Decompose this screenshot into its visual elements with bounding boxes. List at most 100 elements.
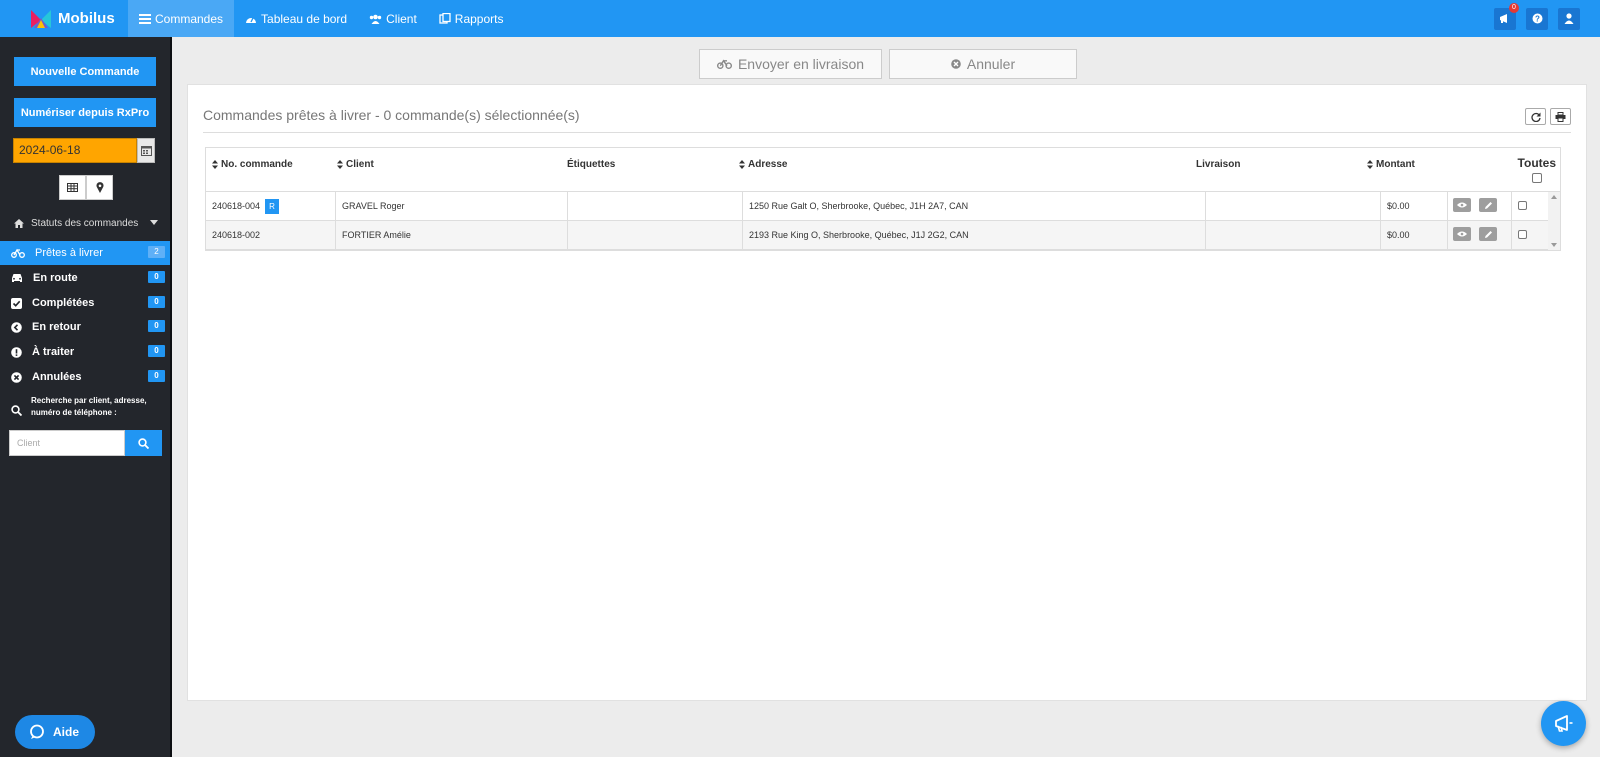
map-marker-icon [96,182,104,193]
announcements-button[interactable]: 0 [1494,2,1519,30]
status-a-traiter[interactable]: À traiter 0 [0,340,170,364]
cell-labels [568,221,743,249]
search-icon [11,405,22,416]
status-count: 0 [148,296,165,308]
select-all: Toutes [1518,156,1556,183]
panel-title: Commandes prêtes à livrer - 0 commande(s… [203,107,580,123]
user-icon [1564,13,1574,24]
svg-text:?: ? [1535,15,1540,24]
view-toggle [59,175,113,200]
cell-amount: $0.00 [1381,192,1448,220]
header-label: Adresse [748,159,788,170]
send-delivery-button[interactable]: Envoyer en livraison [699,49,882,79]
help-label: Aide [53,725,80,739]
view-button[interactable] [1453,198,1471,212]
action-bar: Envoyer en livraison Annuler [699,49,1077,79]
status-count: 0 [148,345,165,357]
table-view-button[interactable] [59,175,86,200]
status-annulees[interactable]: Annulées 0 [0,365,170,389]
client-search: Client [9,430,162,456]
status-en-route[interactable]: En route 0 [0,266,170,290]
sort-icon [739,160,745,169]
header-order-no[interactable]: No. commande [212,159,293,170]
list-icon [139,13,151,24]
select-all-label: Toutes [1517,156,1556,170]
cell-labels [568,192,743,220]
nav-rapports[interactable]: Rapports [428,0,515,37]
app-name: Mobilus [58,10,115,27]
status-en-retour[interactable]: En retour 0 [0,315,170,339]
row-checkbox[interactable] [1518,230,1527,239]
header-address[interactable]: Adresse [739,159,787,170]
status-label: À traiter [32,346,75,358]
table-row[interactable]: 240618-004 R GRAVEL Roger 1250 Rue Galt O… [206,192,1560,221]
sort-icon [337,160,343,169]
mobilus-logo-icon [30,8,52,30]
view-button[interactable] [1453,227,1471,241]
new-order-button[interactable]: Nouvelle Commande [14,57,156,86]
help-chat-button[interactable]: Aide [15,715,95,749]
brand[interactable]: Mobilus [0,0,128,37]
search-button[interactable] [125,430,162,456]
caret-down-icon [150,220,158,225]
header-amount[interactable]: Montant [1367,159,1415,170]
cell-delivery [1206,221,1381,249]
order-number: 240618-002 [212,230,261,240]
r-badge[interactable]: R [265,199,280,215]
map-view-button[interactable] [86,175,113,200]
nav-client-label: Client [386,11,417,26]
announcements-fab[interactable] [1541,701,1586,746]
orders-panel: Commandes prêtes à livrer - 0 commande(s… [187,84,1587,701]
print-button[interactable] [1550,108,1571,125]
cell-order-no: 240618-002 [206,221,336,249]
scroll-up-icon [1551,195,1557,199]
status-completees[interactable]: Complétées 0 [0,291,170,315]
exclamation-circle-icon [11,346,22,358]
home-icon [14,218,24,228]
help-button[interactable]: ? [1526,7,1548,30]
date-input[interactable]: 2024-06-18 [13,138,137,163]
nav-tableau-de-bord[interactable]: Tableau de bord [234,0,358,37]
panel-tools [1525,108,1571,125]
bicycle-icon [716,59,732,69]
order-number: 240618-004 [212,201,261,211]
edit-button[interactable] [1479,198,1497,212]
refresh-button[interactable] [1525,108,1546,125]
cell-address: 2193 Rue King O, Sherbrooke, Québec, J1J… [743,221,1206,249]
nav-client[interactable]: Client [358,0,428,37]
nav-commandes-label: Commandes [155,11,224,26]
status-pretes-a-livrer[interactable]: Prêtes à livrer 2 [0,241,170,265]
header-client[interactable]: Client [337,159,374,170]
user-menu-button[interactable] [1558,7,1580,30]
select-all-checkbox[interactable] [1531,173,1542,183]
users-icon [369,14,382,24]
times-circle-icon [951,59,961,69]
row-checkbox[interactable] [1518,201,1527,210]
nav-tableau-label: Tableau de bord [261,11,348,26]
header-label: Client [346,159,374,170]
calendar-button[interactable] [137,138,155,163]
cancel-button[interactable]: Annuler [889,49,1077,79]
panel-divider [203,132,1571,133]
table-scrollbar[interactable] [1548,192,1560,250]
status-label: Complétées [32,297,95,309]
cell-actions [1448,192,1512,220]
sort-icon [1367,160,1373,169]
header-label: Étiquettes [567,159,616,170]
pencil-icon [1484,230,1493,239]
client-search-input[interactable]: Client [9,430,125,456]
status-section-header[interactable]: Statuts des commandes [0,212,170,234]
status-count: 0 [148,370,165,382]
calendar-icon [140,145,152,156]
nav-commandes[interactable]: Commandes [128,0,235,37]
header-label: No. commande [221,159,293,170]
cell-client: GRAVEL Roger [336,192,568,220]
question-icon: ? [1532,13,1543,24]
scan-rxpro-button[interactable]: Numériser depuis RxPro [14,98,156,127]
edit-button[interactable] [1479,227,1497,241]
car-icon [11,273,23,283]
eye-icon [1457,231,1467,237]
refresh-icon [1530,112,1541,122]
table-row[interactable]: 240618-002 FORTIER Amélie 2193 Rue King … [206,221,1560,250]
status-header-label: Statuts des commandes [31,217,139,229]
